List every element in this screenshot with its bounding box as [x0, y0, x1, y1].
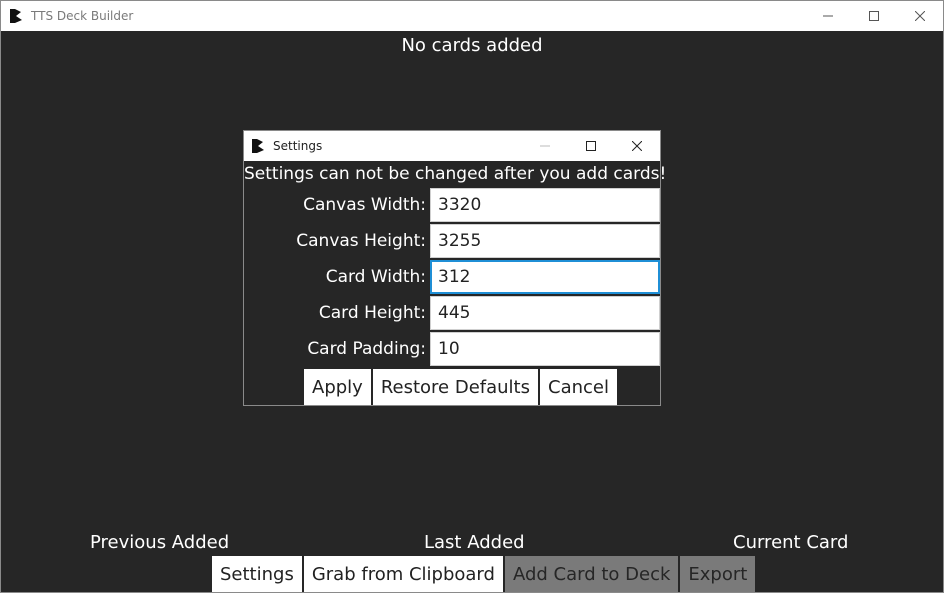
canvas-width-label: Canvas Width: [303, 195, 426, 215]
canvas-width-input[interactable] [430, 188, 660, 222]
export-button[interactable]: Export [680, 556, 756, 592]
card-padding-label: Card Padding: [307, 339, 426, 359]
minimize-button[interactable] [805, 1, 851, 31]
minimize-icon [823, 15, 833, 17]
card-padding-row: Card Padding: [244, 332, 660, 368]
cancel-button[interactable]: Cancel [540, 369, 617, 405]
dialog-logo-icon [252, 139, 264, 153]
settings-actions: Apply Restore Defaults Cancel [304, 369, 617, 405]
settings-title-bar[interactable]: Settings [244, 131, 660, 161]
previous-added-label: Previous Added [90, 532, 230, 553]
settings-button[interactable]: Settings [212, 556, 302, 592]
canvas-height-row: Canvas Height: [244, 224, 660, 260]
canvas-height-input[interactable] [430, 224, 660, 258]
apply-button[interactable]: Apply [304, 369, 371, 405]
settings-warning: Settings can not be changed after you ad… [244, 164, 667, 184]
maximize-button[interactable] [851, 1, 897, 31]
settings-minimize-button[interactable] [522, 131, 568, 161]
card-width-row: Card Width: [244, 260, 660, 296]
app-logo-icon [10, 9, 22, 23]
card-width-label: Card Width: [325, 267, 426, 287]
settings-title: Settings [273, 139, 323, 153]
restore-defaults-button[interactable]: Restore Defaults [372, 369, 538, 405]
current-card-label: Current Card [733, 532, 849, 553]
cards-status: No cards added [401, 35, 543, 56]
canvas-width-row: Canvas Width: [244, 188, 660, 224]
settings-dialog: Settings Settings can not be changed aft… [243, 130, 667, 406]
last-added-label: Last Added [424, 532, 525, 553]
card-height-input[interactable] [430, 296, 660, 330]
card-width-input[interactable] [430, 260, 660, 294]
window-title: TTS Deck Builder [31, 9, 134, 23]
card-height-row: Card Height: [244, 296, 660, 332]
close-button[interactable] [897, 1, 943, 31]
card-height-label: Card Height: [318, 303, 426, 323]
settings-close-button[interactable] [614, 131, 660, 161]
minimize-icon [540, 145, 550, 147]
main-toolbar: Settings Grab from Clipboard Add Card to… [212, 556, 756, 592]
canvas-height-label: Canvas Height: [296, 231, 426, 251]
settings-maximize-button[interactable] [568, 131, 614, 161]
maximize-icon [586, 141, 596, 151]
main-window: TTS Deck Builder No cards added Previous… [0, 0, 944, 593]
close-icon [915, 11, 925, 21]
close-icon [632, 141, 642, 151]
grab-clipboard-button[interactable]: Grab from Clipboard [303, 556, 503, 592]
title-bar[interactable]: TTS Deck Builder [1, 1, 943, 31]
maximize-icon [869, 11, 879, 21]
card-padding-input[interactable] [430, 332, 660, 366]
add-card-button[interactable]: Add Card to Deck [504, 556, 679, 592]
